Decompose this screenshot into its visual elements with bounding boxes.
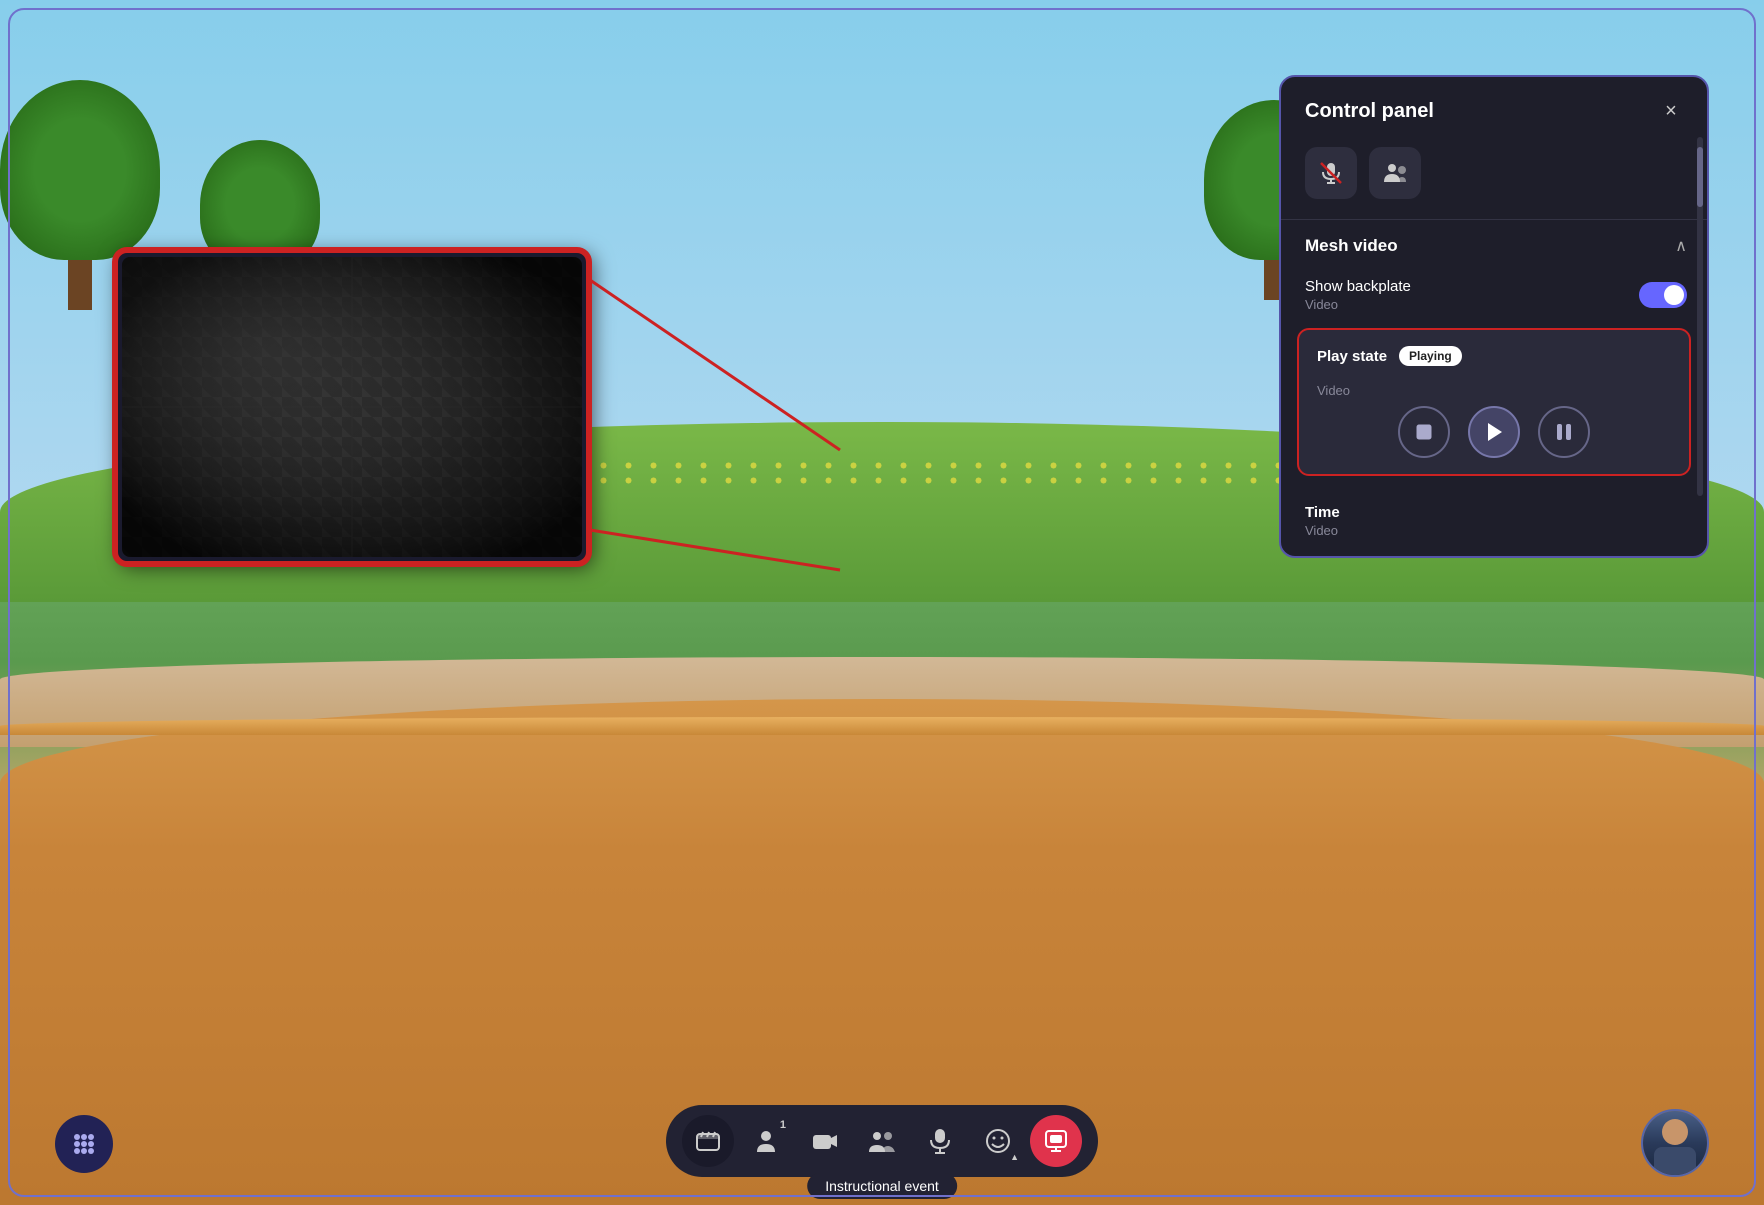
people-count: 1 xyxy=(780,1119,786,1131)
avatar-button[interactable] xyxy=(1641,1109,1709,1177)
table-edge xyxy=(0,717,1764,735)
mic-button[interactable] xyxy=(914,1115,966,1167)
time-title: Time xyxy=(1305,504,1683,521)
playing-badge: Playing xyxy=(1399,346,1462,366)
play-state-title-row: Play state Playing xyxy=(1317,346,1671,366)
chevron-up-icon: ∧ xyxy=(1675,236,1687,256)
video-screen xyxy=(122,257,582,557)
people-group-button[interactable] xyxy=(856,1115,908,1167)
tree-foliage-left xyxy=(0,80,160,260)
stop-icon xyxy=(1413,421,1435,443)
emoji-button[interactable]: ▲ xyxy=(972,1115,1024,1167)
video-screen-outer xyxy=(115,250,589,564)
play-state-box: Play state Playing Video xyxy=(1297,328,1691,476)
grid-icon xyxy=(70,1130,98,1158)
mesh-video-section-header[interactable]: Mesh video ∧ xyxy=(1281,220,1707,270)
mesh-video-title: Mesh video xyxy=(1305,236,1398,256)
panel-icon-row xyxy=(1281,143,1707,219)
toggle-knob xyxy=(1664,285,1684,305)
video-highlight xyxy=(122,257,582,557)
control-panel: Control panel × Mesh video xyxy=(1279,75,1709,558)
tree-trunk-left xyxy=(68,260,92,310)
panel-scrollbar[interactable] xyxy=(1697,137,1703,496)
grid-button[interactable] xyxy=(55,1115,113,1173)
people-settings-icon-button[interactable] xyxy=(1369,147,1421,199)
panel-scrollbar-thumb xyxy=(1697,147,1703,207)
pause-icon xyxy=(1553,421,1575,443)
event-label-text: Instructional event xyxy=(825,1178,939,1194)
person-icon xyxy=(753,1128,779,1154)
show-backplate-label-group: Show backplate Video xyxy=(1305,278,1411,312)
people-button[interactable]: 1 xyxy=(740,1115,792,1167)
people-settings-icon xyxy=(1382,160,1408,186)
play-state-sublabel: Video xyxy=(1317,383,1350,398)
people-group-icon xyxy=(868,1128,896,1154)
share-button[interactable] xyxy=(1030,1115,1082,1167)
video-screen-container xyxy=(115,250,589,564)
camera-icon xyxy=(811,1128,837,1154)
play-icon xyxy=(1482,420,1506,444)
panel-header: Control panel × xyxy=(1281,77,1707,143)
camera-button[interactable] xyxy=(798,1115,850,1167)
share-icon xyxy=(1043,1128,1069,1154)
mic-icon-button[interactable] xyxy=(1305,147,1357,199)
avatar-body xyxy=(1654,1147,1696,1175)
show-backplate-sublabel: Video xyxy=(1305,297,1411,312)
panel-title: Control panel xyxy=(1305,100,1434,123)
scene-button[interactable] xyxy=(682,1115,734,1167)
bottom-toolbar: 1 ▲ xyxy=(666,1105,1098,1177)
emoji-icon xyxy=(985,1128,1011,1154)
pause-button[interactable] xyxy=(1538,406,1590,458)
avatar-figure xyxy=(1643,1111,1707,1175)
time-section: Time Video xyxy=(1281,492,1707,556)
play-controls xyxy=(1317,406,1671,458)
show-backplate-row: Show backplate Video xyxy=(1281,270,1707,324)
stop-button[interactable] xyxy=(1398,406,1450,458)
play-state-title: Play state xyxy=(1317,348,1387,365)
show-backplate-label: Show backplate xyxy=(1305,278,1411,295)
time-sublabel: Video xyxy=(1305,523,1683,538)
scene-icon xyxy=(695,1128,721,1154)
event-label: Instructional event xyxy=(807,1173,957,1199)
play-button[interactable] xyxy=(1468,406,1520,458)
avatar-head xyxy=(1662,1119,1688,1145)
show-backplate-toggle[interactable] xyxy=(1639,282,1687,308)
close-button[interactable]: × xyxy=(1655,95,1687,127)
mic-icon xyxy=(928,1128,952,1154)
mic-slash-icon xyxy=(1318,160,1344,186)
emoji-chevron: ▲ xyxy=(1010,1152,1019,1162)
